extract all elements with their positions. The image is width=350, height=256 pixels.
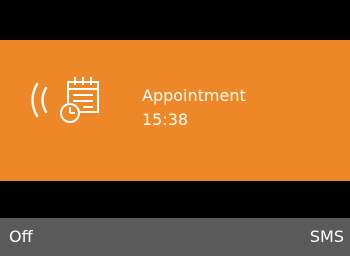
off-softkey[interactable]: Off [9,227,33,247]
appointment-alert-panel: Appointment 15:38 [0,40,350,181]
softkey-bar: Off SMS [0,218,350,256]
calendar-clock-icon [60,77,99,123]
ringing-waves-icon [31,82,48,118]
appointment-time: 15:38 [142,110,189,129]
phone-display: Appointment 15:38 Off SMS [0,0,350,256]
appointment-title: Appointment [142,86,246,105]
sms-softkey[interactable]: SMS [310,227,344,247]
